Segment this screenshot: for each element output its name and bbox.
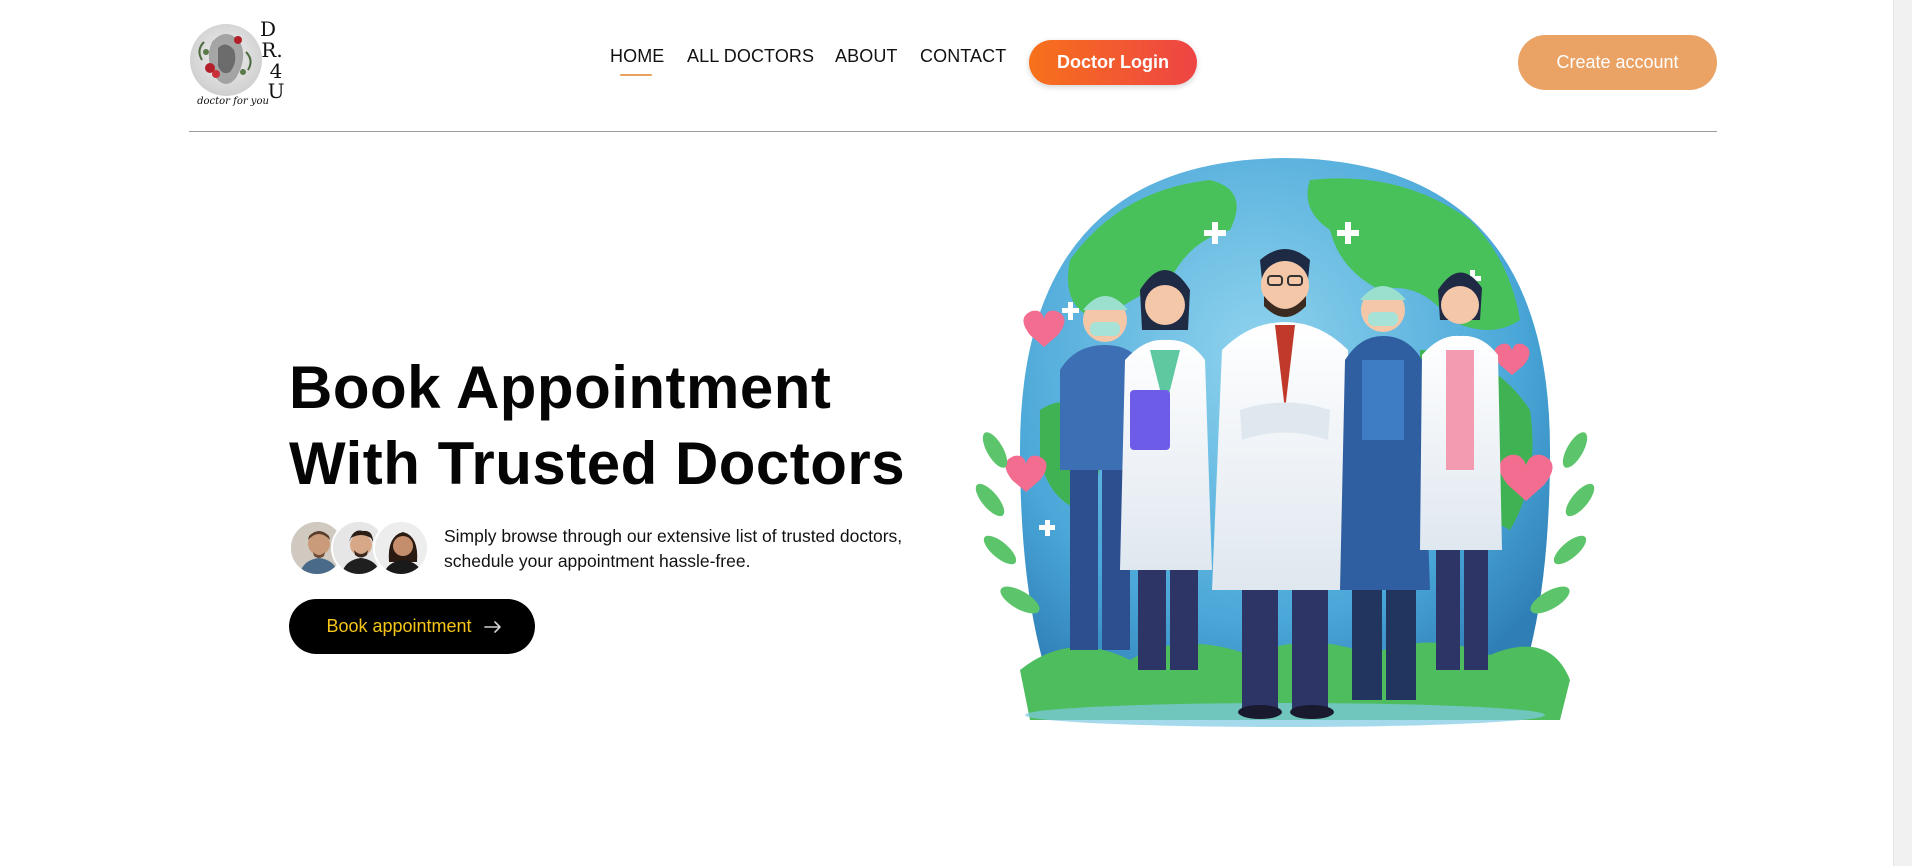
hero-description: Simply browse through our extensive list… <box>444 526 903 571</box>
doctor-avatars <box>289 520 431 578</box>
avatar-woman-icon <box>375 522 427 574</box>
site-logo[interactable]: D R. 4 U doctor for you <box>188 12 292 112</box>
nav-active-indicator <box>620 74 652 76</box>
page-scrollbar[interactable] <box>1893 0 1912 866</box>
header-divider <box>189 131 1717 132</box>
nav-about[interactable]: ABOUT <box>835 46 898 67</box>
arrow-right-icon <box>483 620 501 633</box>
logo-image: D R. 4 U doctor for you <box>190 17 285 107</box>
svg-text:doctor for you: doctor for you <box>197 96 269 107</box>
svg-text:U: U <box>268 79 285 103</box>
nav-contact[interactable]: CONTACT <box>920 46 1006 67</box>
avatar <box>373 520 429 576</box>
create-account-button[interactable]: Create account <box>1518 35 1717 90</box>
hero-title-line2: With Trusted Doctors <box>289 430 906 497</box>
nav-home[interactable]: HOME <box>610 46 664 67</box>
hero-illustration <box>950 150 1620 730</box>
book-appointment-label: Book appointment <box>326 616 472 636</box>
hero-title-line1: Book Appointment <box>289 354 832 421</box>
doctor-login-button[interactable]: Doctor Login <box>1029 40 1197 85</box>
hero-title: Book Appointment With Trusted Doctors <box>289 350 929 502</box>
doctors-globe-illustration <box>975 158 1595 727</box>
nav-all-doctors[interactable]: ALL DOCTORS <box>687 46 814 67</box>
book-appointment-button[interactable]: Book appointment <box>289 599 535 654</box>
